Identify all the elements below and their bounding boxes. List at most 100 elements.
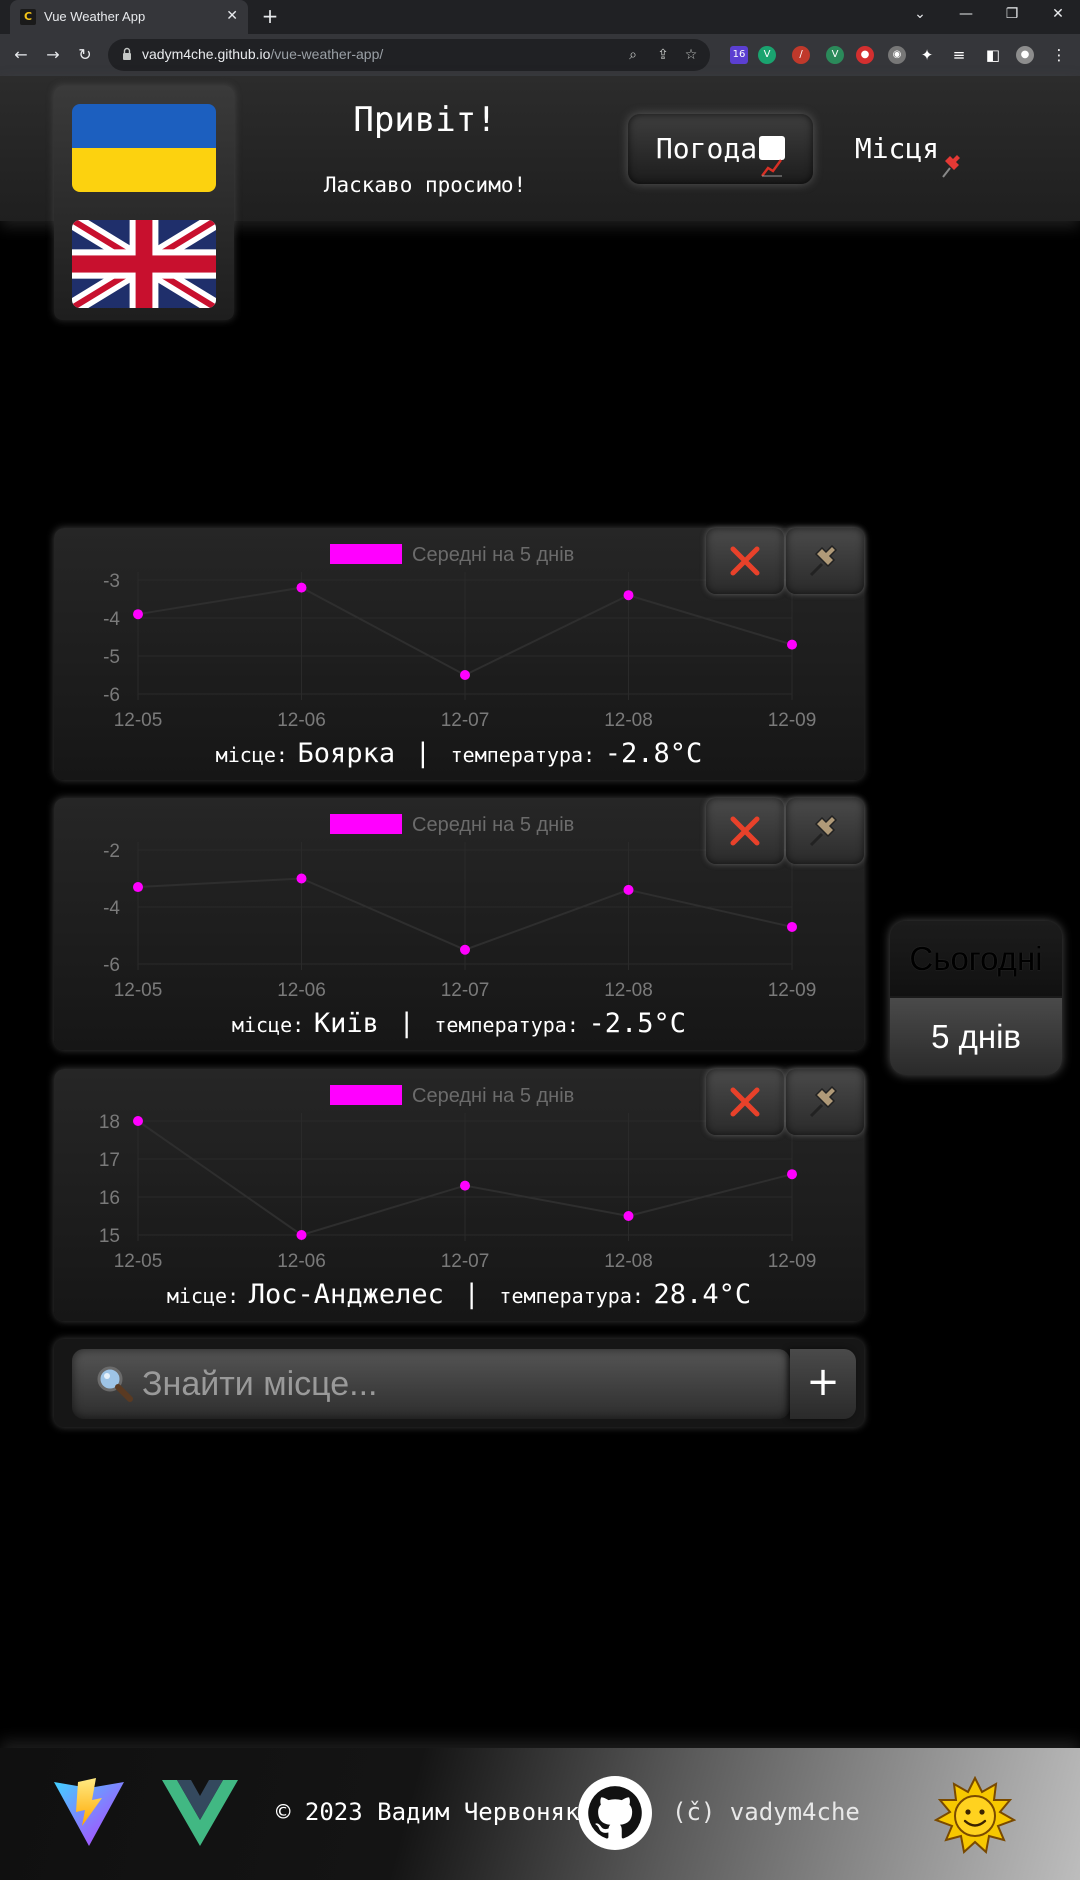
color-picker-icon[interactable]: / [792, 46, 810, 64]
today-toggle-button[interactable]: Сьогодні [890, 921, 1062, 996]
x-tick-label: 12-05 [114, 1251, 163, 1272]
search-box [72, 1349, 790, 1419]
five-days-toggle-button[interactable]: 5 днів [890, 998, 1062, 1075]
minimize-icon[interactable]: — [944, 0, 988, 30]
card-caption: місце: Київ | температура: -2.5°C [54, 1008, 864, 1039]
y-tick-label: -3 [103, 571, 120, 592]
x-tick-label: 12-09 [768, 980, 817, 1001]
legend-label: Середні на 5 днів [412, 544, 574, 566]
zoom-icon[interactable]: ⌕ [624, 46, 642, 64]
profile-avatar[interactable]: ● [1016, 46, 1034, 64]
tab-favicon-icon: C [20, 9, 36, 25]
remove-place-button[interactable] [706, 1069, 784, 1135]
data-point [460, 1180, 470, 1191]
language-switcher [54, 86, 234, 320]
y-tick-label: -5 [103, 647, 120, 668]
caption-separator: | [463, 1279, 480, 1310]
vue-devtools-icon[interactable]: V [758, 46, 776, 64]
place-name: Київ [313, 1008, 379, 1039]
ghost-extension-icon[interactable]: ◉ [888, 46, 906, 64]
bookmark-star-icon[interactable]: ☆ [682, 46, 700, 64]
close-icon [730, 816, 760, 846]
y-tick-label: -6 [103, 685, 120, 706]
reload-icon[interactable]: ↻ [74, 44, 96, 66]
add-place-button[interactable]: + [790, 1349, 856, 1419]
temperature-label: температура: [499, 1284, 644, 1308]
pushpin-icon [809, 544, 838, 577]
pin-place-button[interactable] [786, 528, 864, 594]
legend-swatch [330, 1085, 402, 1105]
data-point [460, 670, 470, 680]
temperature-label: температура: [450, 743, 596, 767]
place-label: місце: [215, 743, 288, 767]
forecast-card-3: Середні на 5 днів 18 17 16 15 12-05 12-06 12-07… [54, 1069, 864, 1321]
author-handle: (č) vadym4che [672, 1798, 860, 1826]
data-point [133, 882, 143, 893]
x-tick-label: 12-09 [768, 710, 817, 731]
forward-icon[interactable]: → [42, 44, 64, 66]
pushpin-icon [809, 1085, 838, 1118]
data-point [133, 1116, 143, 1126]
vite-logo-icon[interactable] [52, 1776, 126, 1848]
tab-search-icon[interactable]: ⌄ [898, 0, 942, 30]
github-icon[interactable] [578, 1776, 652, 1850]
share-icon[interactable]: ⇪ [654, 46, 672, 64]
tab-close-icon[interactable]: ✕ [226, 8, 238, 24]
browser-tab[interactable]: C Vue Weather App ✕ [10, 0, 248, 34]
nav-places-link[interactable]: Місця [840, 114, 980, 184]
restore-icon[interactable]: ❐ [990, 0, 1034, 30]
menu-dots-icon[interactable]: ⋮ [1050, 46, 1068, 64]
extension-badge-icon[interactable]: 16 [730, 46, 748, 64]
url-text: vadym4che.github.io/vue-weather-app/ [142, 46, 384, 62]
x-tick-label: 12-08 [604, 710, 653, 731]
remove-place-button[interactable] [706, 528, 784, 594]
window-close-icon[interactable]: ✕ [1036, 0, 1080, 30]
new-tab-icon[interactable]: + [258, 6, 282, 28]
browser-tab-bar: C Vue Weather App ✕ + ⌄ — ❐ ✕ [0, 0, 1080, 34]
nav-weather-button[interactable]: Погода [628, 114, 813, 184]
temperature-label: температура: [434, 1013, 579, 1037]
pin-place-button[interactable] [786, 1069, 864, 1135]
data-point [133, 609, 143, 620]
footer: © 2023 Вадим Червоняк (č) vadym4che [0, 1748, 1080, 1880]
y-tick-label: 17 [99, 1150, 120, 1171]
place-label: місце: [166, 1284, 240, 1308]
y-tick-label: 16 [99, 1188, 120, 1209]
sun-emoji-icon[interactable] [934, 1776, 1016, 1856]
data-point [787, 1169, 797, 1180]
x-tick-label: 12-06 [277, 980, 326, 1001]
greeting-title: Привіт! [353, 100, 497, 140]
y-tick-label: -2 [103, 841, 120, 862]
welcome-subtitle: Ласкаво просимо! [323, 173, 527, 197]
pin-place-button[interactable] [786, 798, 864, 864]
record-extension-icon[interactable]: ● [856, 46, 874, 64]
remove-place-button[interactable] [706, 798, 784, 864]
x-tick-label: 12-06 [277, 1251, 326, 1272]
legend-swatch [330, 814, 402, 834]
puzzle-icon[interactable]: ✦ [918, 46, 936, 64]
data-point [296, 1230, 307, 1240]
browser-toolbar: ← → ↻ vadym4che.github.io/vue-weather-ap… [0, 34, 1080, 76]
copyright-text: © 2023 Вадим Червоняк [276, 1798, 580, 1826]
data-point [787, 639, 797, 650]
media-icon[interactable]: ≡ [950, 46, 968, 64]
search-input[interactable] [142, 1359, 772, 1409]
y-tick-label: 15 [99, 1226, 120, 1247]
data-point [623, 884, 634, 895]
sidebar-icon[interactable]: ◧ [984, 46, 1002, 64]
address-bar[interactable]: vadym4che.github.io/vue-weather-app/ ⌕ ⇪… [108, 39, 710, 71]
place-name: Боярка [297, 738, 396, 769]
chart-emoji-icon [759, 136, 786, 177]
x-tick-label: 12-08 [604, 980, 653, 1001]
y-tick-label: -4 [103, 898, 120, 919]
back-icon[interactable]: ← [10, 44, 32, 66]
x-tick-label: 12-05 [114, 980, 163, 1001]
vue-logo-icon[interactable] [162, 1780, 238, 1846]
pushpin-icon [809, 814, 838, 847]
temperature-value: -2.5°C [588, 1008, 687, 1039]
temperature-value: 28.4°C [653, 1279, 752, 1310]
uk-flag-icon[interactable] [72, 220, 216, 308]
ua-flag-icon[interactable] [72, 104, 216, 192]
search-panel: + [54, 1339, 864, 1427]
vue-extension-icon[interactable]: V [826, 46, 844, 64]
